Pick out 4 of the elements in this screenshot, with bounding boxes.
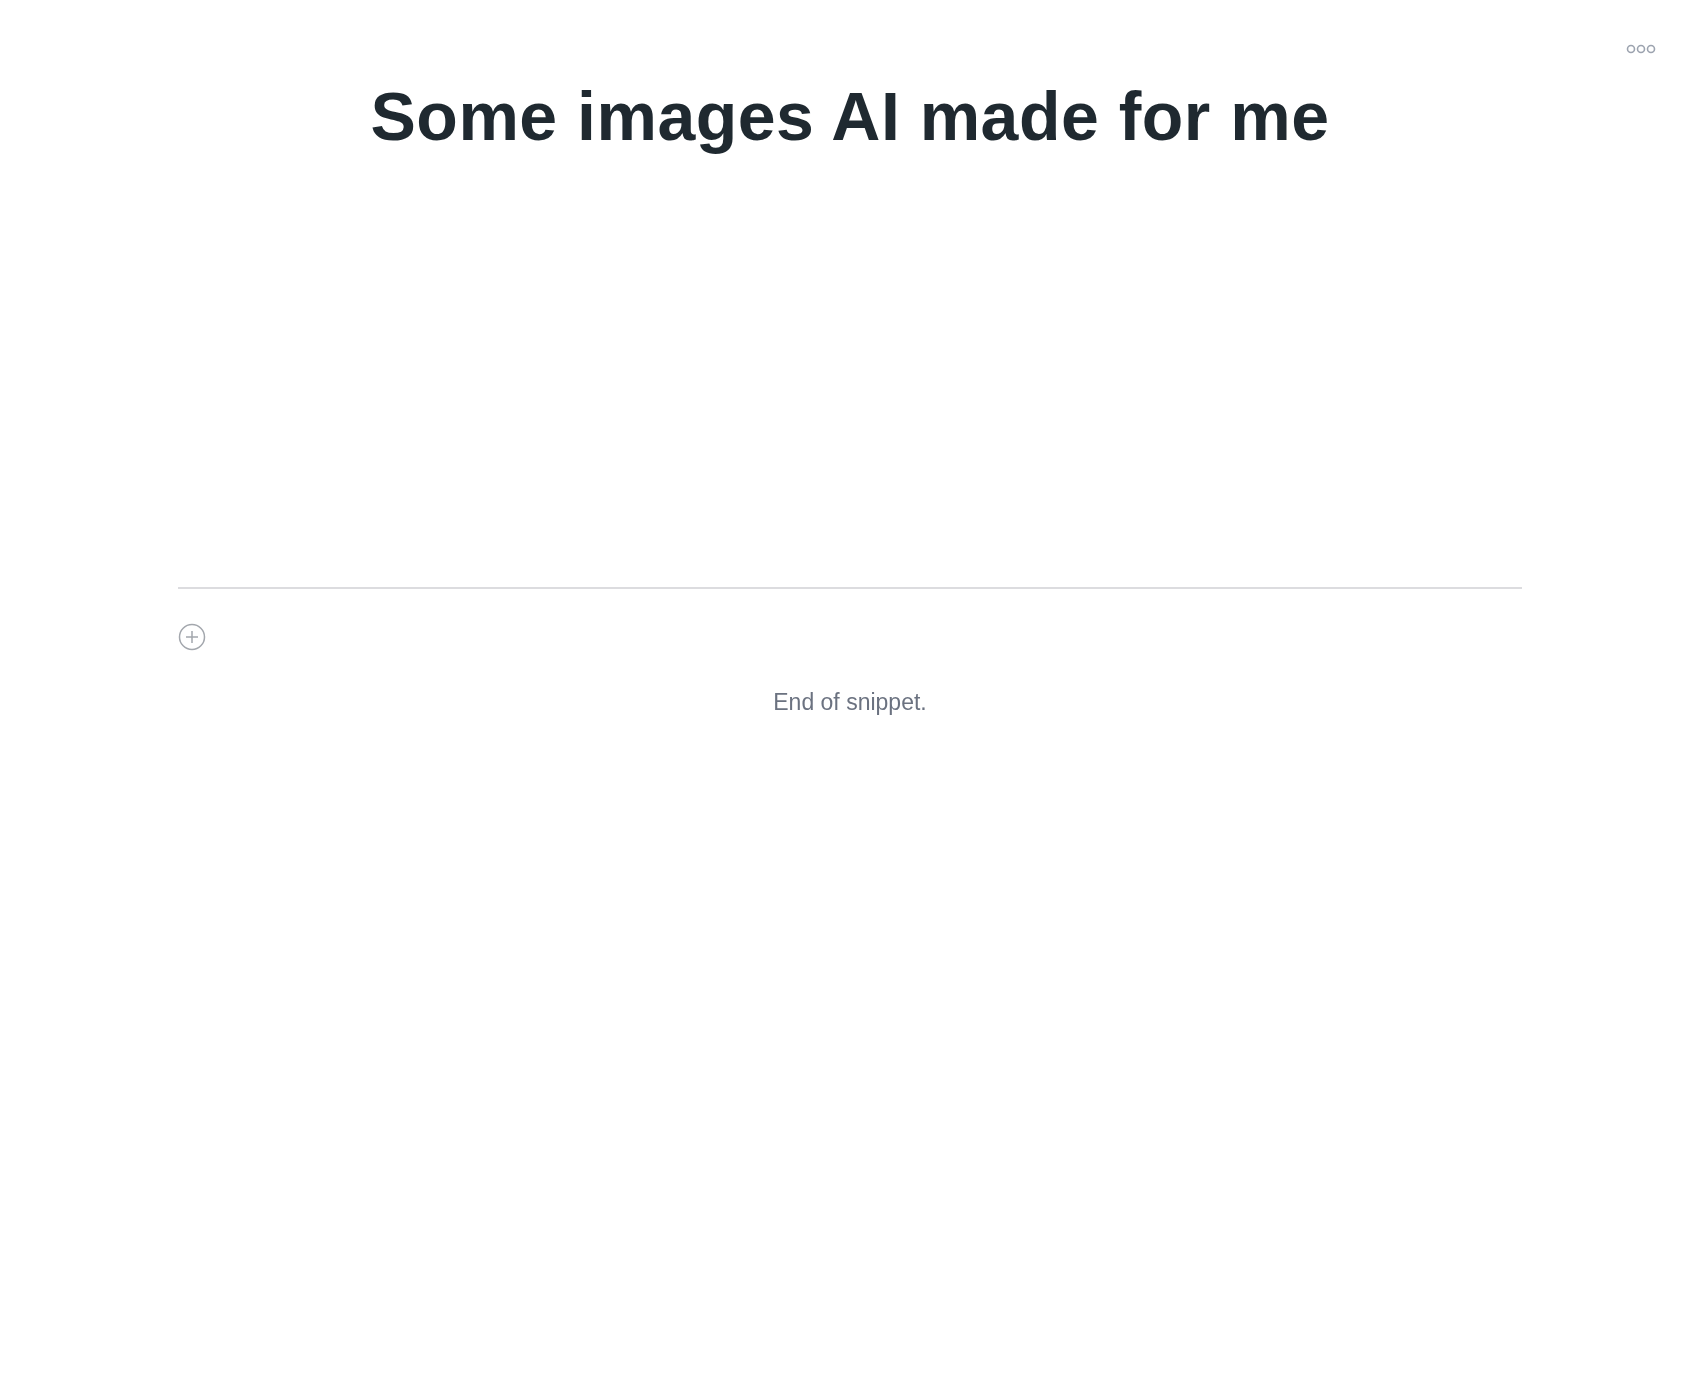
end-message: End of snippet. (773, 688, 927, 717)
plus-circle-icon (178, 623, 206, 651)
more-icon (1626, 44, 1656, 54)
add-button[interactable] (178, 623, 206, 651)
